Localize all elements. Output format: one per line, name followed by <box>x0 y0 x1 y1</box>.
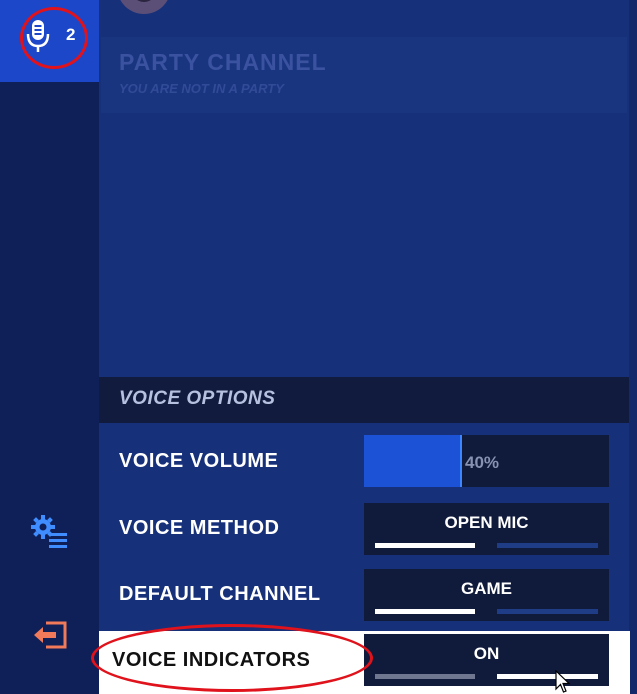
voice-count-badge: 2 <box>66 25 76 44</box>
volume-fill <box>364 435 460 487</box>
voice-method-label: VOICE METHOD <box>119 517 280 539</box>
voice-options-title: VOICE OPTIONS <box>119 388 276 409</box>
voice-volume-label: VOICE VOLUME <box>119 450 279 472</box>
voice-indicators-label: VOICE INDICATORS <box>112 649 311 671</box>
exit-icon[interactable] <box>32 620 68 650</box>
option-indicator-2 <box>497 609 598 614</box>
voice-method-value: OPEN MIC <box>444 513 529 532</box>
settings-list-icon[interactable] <box>31 515 67 549</box>
option-indicator-2 <box>497 674 598 679</box>
party-status-text: YOU ARE NOT IN A PARTY <box>119 81 284 96</box>
volume-handle[interactable] <box>460 435 462 487</box>
party-channel-title: PARTY CHANNEL <box>119 49 327 75</box>
option-indicator-1 <box>375 609 475 614</box>
option-indicator-1 <box>375 674 475 679</box>
panel-edge <box>629 0 637 694</box>
mouse-cursor-icon <box>555 670 571 693</box>
default-channel-selector[interactable]: GAME <box>364 569 609 621</box>
left-rail: 2 <box>0 0 99 694</box>
voice-volume-slider[interactable]: 40% <box>364 435 609 487</box>
default-channel-value: GAME <box>461 579 512 598</box>
option-indicator-1 <box>375 543 475 548</box>
microphone-icon <box>26 20 50 52</box>
default-channel-label: DEFAULT CHANNEL <box>119 583 321 605</box>
voice-method-selector[interactable]: OPEN MIC <box>364 503 609 555</box>
voice-indicators-value: ON <box>473 644 500 663</box>
volume-value: 40% <box>465 453 500 472</box>
option-indicator-2 <box>497 543 598 548</box>
voice-chat-tab[interactable]: 2 <box>0 0 99 82</box>
voice-indicators-selector[interactable]: ON <box>364 634 609 686</box>
